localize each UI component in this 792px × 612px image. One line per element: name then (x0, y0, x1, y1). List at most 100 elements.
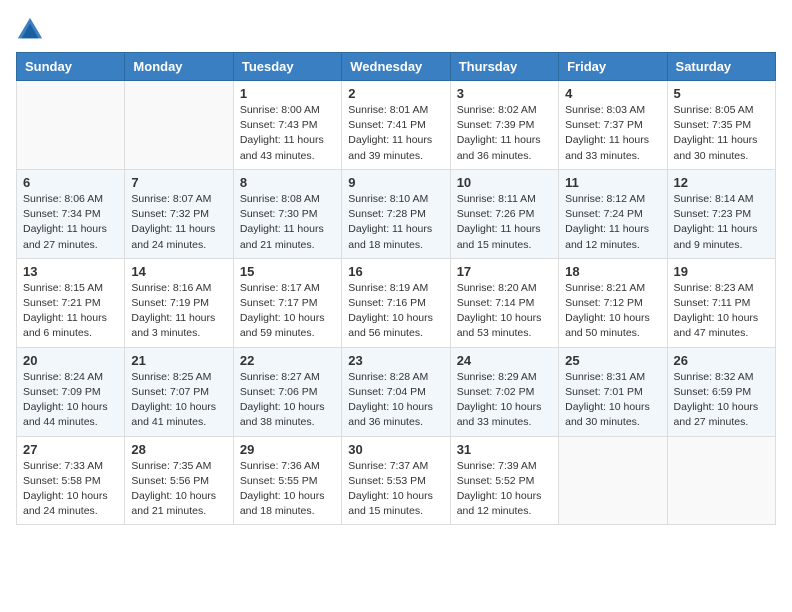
day-info: Sunrise: 8:17 AMSunset: 7:17 PMDaylight:… (240, 281, 335, 342)
day-number: 27 (23, 442, 118, 457)
calendar-week-row: 1 Sunrise: 8:00 AMSunset: 7:43 PMDaylight… (17, 81, 776, 170)
day-info: Sunrise: 8:15 AMSunset: 7:21 PMDaylight:… (23, 281, 118, 342)
calendar-day-cell (667, 436, 775, 525)
calendar-day-cell: 27 Sunrise: 7:33 AMSunset: 5:58 PMDayligh… (17, 436, 125, 525)
day-info: Sunrise: 8:00 AMSunset: 7:43 PMDaylight:… (240, 103, 335, 164)
day-info: Sunrise: 8:10 AMSunset: 7:28 PMDaylight:… (348, 192, 443, 253)
calendar-day-cell: 28Sunrise: 7:35 AMSunset: 5:56 PMDayligh… (125, 436, 233, 525)
calendar-day-cell: 19Sunrise: 8:23 AMSunset: 7:11 PMDayligh… (667, 258, 775, 347)
calendar-day-cell: 16 Sunrise: 8:19 AMSunset: 7:16 PMDayligh… (342, 258, 450, 347)
day-number: 20 (23, 353, 118, 368)
weekday-header-cell: Thursday (450, 53, 558, 81)
day-info: Sunrise: 7:33 AMSunset: 5:58 PMDaylight:… (23, 459, 118, 520)
calendar-day-cell: 11Sunrise: 8:12 AMSunset: 7:24 PMDayligh… (559, 169, 667, 258)
day-number: 12 (674, 175, 769, 190)
day-number: 5 (674, 86, 769, 101)
calendar-day-cell: 31Sunrise: 7:39 AMSunset: 5:52 PMDayligh… (450, 436, 558, 525)
calendar-day-cell: 25 Sunrise: 8:31 AMSunset: 7:01 PMDayligh… (559, 347, 667, 436)
day-number: 13 (23, 264, 118, 279)
weekday-header-cell: Tuesday (233, 53, 341, 81)
day-number: 6 (23, 175, 118, 190)
weekday-header-cell: Sunday (17, 53, 125, 81)
day-info: Sunrise: 8:20 AMSunset: 7:14 PMDaylight:… (457, 281, 552, 342)
calendar-day-cell: 13 Sunrise: 8:15 AMSunset: 7:21 PMDayligh… (17, 258, 125, 347)
day-info: Sunrise: 8:24 AMSunset: 7:09 PMDaylight:… (23, 370, 118, 431)
calendar-week-row: 6 Sunrise: 8:06 AMSunset: 7:34 PMDaylight… (17, 169, 776, 258)
day-info: Sunrise: 8:08 AMSunset: 7:30 PMDaylight:… (240, 192, 335, 253)
day-number: 25 (565, 353, 660, 368)
day-number: 4 (565, 86, 660, 101)
day-number: 23 (348, 353, 443, 368)
calendar-day-cell: 5Sunrise: 8:05 AMSunset: 7:35 PMDaylight… (667, 81, 775, 170)
weekday-header-cell: Wednesday (342, 53, 450, 81)
weekday-header-cell: Saturday (667, 53, 775, 81)
calendar-day-cell: 23 Sunrise: 8:28 AMSunset: 7:04 PMDayligh… (342, 347, 450, 436)
calendar-day-cell: 21 Sunrise: 8:25 AMSunset: 7:07 PMDayligh… (125, 347, 233, 436)
day-number: 14 (131, 264, 226, 279)
day-info: Sunrise: 8:03 AMSunset: 7:37 PMDaylight:… (565, 103, 660, 164)
calendar-body: 1 Sunrise: 8:00 AMSunset: 7:43 PMDaylight… (17, 81, 776, 525)
day-number: 22 (240, 353, 335, 368)
day-number: 21 (131, 353, 226, 368)
calendar-day-cell: 14Sunrise: 8:16 AMSunset: 7:19 PMDayligh… (125, 258, 233, 347)
day-info: Sunrise: 8:06 AMSunset: 7:34 PMDaylight:… (23, 192, 118, 253)
calendar-day-cell: 18 Sunrise: 8:21 AMSunset: 7:12 PMDayligh… (559, 258, 667, 347)
calendar-day-cell: 22 Sunrise: 8:27 AMSunset: 7:06 PMDayligh… (233, 347, 341, 436)
day-info: Sunrise: 8:29 AMSunset: 7:02 PMDaylight:… (457, 370, 552, 431)
calendar-day-cell: 6 Sunrise: 8:06 AMSunset: 7:34 PMDaylight… (17, 169, 125, 258)
calendar-day-cell: 12Sunrise: 8:14 AMSunset: 7:23 PMDayligh… (667, 169, 775, 258)
calendar-day-cell: 20 Sunrise: 8:24 AMSunset: 7:09 PMDayligh… (17, 347, 125, 436)
calendar-day-cell: 29 Sunrise: 7:36 AMSunset: 5:55 PMDayligh… (233, 436, 341, 525)
day-number: 17 (457, 264, 552, 279)
calendar-day-cell: 24 Sunrise: 8:29 AMSunset: 7:02 PMDayligh… (450, 347, 558, 436)
calendar-day-cell (559, 436, 667, 525)
calendar-week-row: 27 Sunrise: 7:33 AMSunset: 5:58 PMDayligh… (17, 436, 776, 525)
day-number: 24 (457, 353, 552, 368)
day-info: Sunrise: 7:36 AMSunset: 5:55 PMDaylight:… (240, 459, 335, 520)
weekday-header-cell: Monday (125, 53, 233, 81)
day-number: 26 (674, 353, 769, 368)
weekday-header-row: SundayMondayTuesdayWednesdayThursdayFrid… (17, 53, 776, 81)
day-number: 16 (348, 264, 443, 279)
day-number: 8 (240, 175, 335, 190)
calendar-day-cell: 2 Sunrise: 8:01 AMSunset: 7:41 PMDaylight… (342, 81, 450, 170)
day-number: 18 (565, 264, 660, 279)
day-number: 1 (240, 86, 335, 101)
day-number: 9 (348, 175, 443, 190)
day-number: 11 (565, 175, 660, 190)
calendar-day-cell: 8 Sunrise: 8:08 AMSunset: 7:30 PMDaylight… (233, 169, 341, 258)
day-info: Sunrise: 8:28 AMSunset: 7:04 PMDaylight:… (348, 370, 443, 431)
weekday-header-cell: Friday (559, 53, 667, 81)
day-info: Sunrise: 8:25 AMSunset: 7:07 PMDaylight:… (131, 370, 226, 431)
day-info: Sunrise: 8:01 AMSunset: 7:41 PMDaylight:… (348, 103, 443, 164)
calendar-day-cell: 3Sunrise: 8:02 AMSunset: 7:39 PMDaylight… (450, 81, 558, 170)
calendar-week-row: 13 Sunrise: 8:15 AMSunset: 7:21 PMDayligh… (17, 258, 776, 347)
calendar-day-cell: 10 Sunrise: 8:11 AMSunset: 7:26 PMDayligh… (450, 169, 558, 258)
day-info: Sunrise: 7:39 AMSunset: 5:52 PMDaylight:… (457, 459, 552, 520)
day-info: Sunrise: 8:32 AMSunset: 6:59 PMDaylight:… (674, 370, 769, 431)
calendar-day-cell: 17 Sunrise: 8:20 AMSunset: 7:14 PMDayligh… (450, 258, 558, 347)
calendar-day-cell: 15Sunrise: 8:17 AMSunset: 7:17 PMDayligh… (233, 258, 341, 347)
day-info: Sunrise: 8:02 AMSunset: 7:39 PMDaylight:… (457, 103, 552, 164)
day-info: Sunrise: 8:19 AMSunset: 7:16 PMDaylight:… (348, 281, 443, 342)
calendar-day-cell (17, 81, 125, 170)
day-number: 30 (348, 442, 443, 457)
calendar-week-row: 20 Sunrise: 8:24 AMSunset: 7:09 PMDayligh… (17, 347, 776, 436)
day-info: Sunrise: 8:21 AMSunset: 7:12 PMDaylight:… (565, 281, 660, 342)
day-info: Sunrise: 7:37 AMSunset: 5:53 PMDaylight:… (348, 459, 443, 520)
day-info: Sunrise: 8:07 AMSunset: 7:32 PMDaylight:… (131, 192, 226, 253)
day-number: 10 (457, 175, 552, 190)
logo (16, 16, 48, 44)
calendar-table: SundayMondayTuesdayWednesdayThursdayFrid… (16, 52, 776, 525)
day-info: Sunrise: 8:31 AMSunset: 7:01 PMDaylight:… (565, 370, 660, 431)
day-info: Sunrise: 8:27 AMSunset: 7:06 PMDaylight:… (240, 370, 335, 431)
day-number: 2 (348, 86, 443, 101)
calendar-day-cell: 4 Sunrise: 8:03 AMSunset: 7:37 PMDaylight… (559, 81, 667, 170)
day-number: 7 (131, 175, 226, 190)
calendar-day-cell: 30 Sunrise: 7:37 AMSunset: 5:53 PMDayligh… (342, 436, 450, 525)
day-number: 29 (240, 442, 335, 457)
day-info: Sunrise: 8:11 AMSunset: 7:26 PMDaylight:… (457, 192, 552, 253)
calendar-day-cell (125, 81, 233, 170)
day-info: Sunrise: 7:35 AMSunset: 5:56 PMDaylight:… (131, 459, 226, 520)
day-info: Sunrise: 8:23 AMSunset: 7:11 PMDaylight:… (674, 281, 769, 342)
